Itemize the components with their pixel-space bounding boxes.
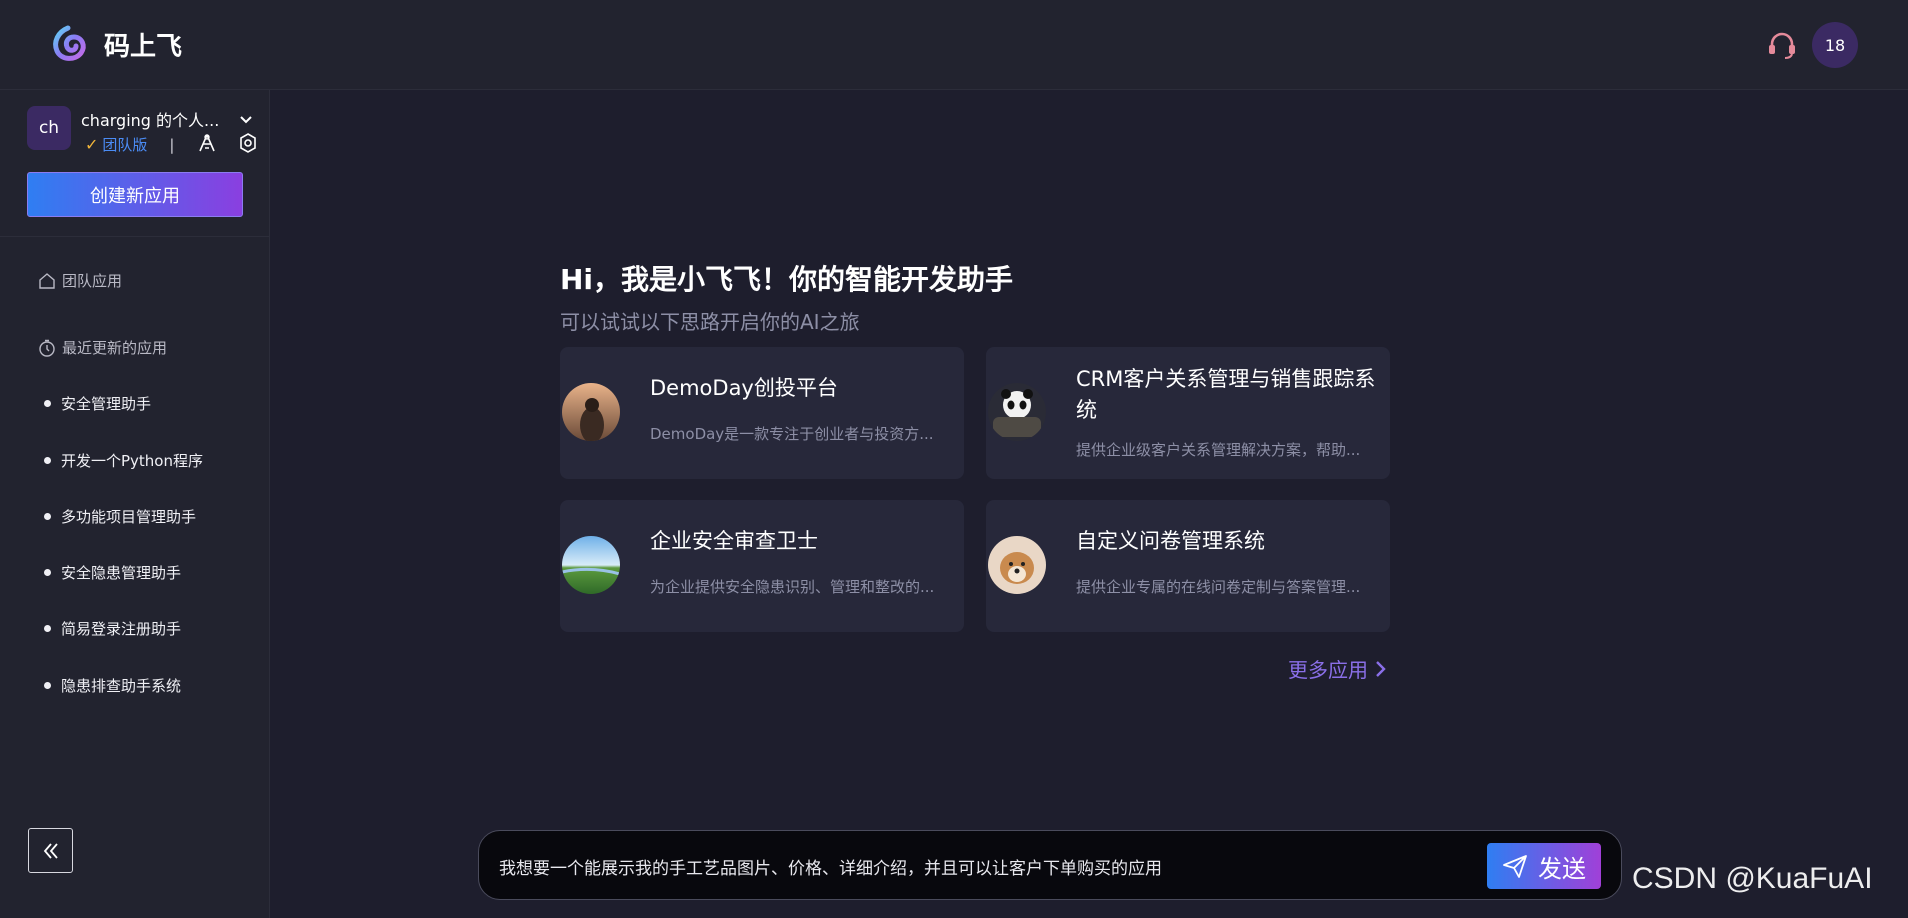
bullet-dot [44, 625, 51, 632]
greeting-title: Hi，我是小飞飞！你的智能开发助手 [560, 263, 1014, 296]
app-suggestion-card[interactable]: CRM客户关系管理与销售跟踪系统 提供企业级客户关系管理解决方案，帮助... [986, 347, 1390, 479]
create-new-app-button[interactable]: 创建新应用 [27, 172, 243, 217]
bullet-dot [44, 457, 51, 464]
notification-badge[interactable]: 18 [1812, 22, 1858, 68]
plan-row: ✓ 团队版 | [85, 134, 174, 155]
card-thumbnail-image [988, 536, 1046, 594]
send-label: 发送 [1538, 854, 1586, 883]
clock-icon [39, 339, 55, 357]
recent-app-label: 安全管理助手 [61, 395, 152, 413]
card-description: 提供企业级客户关系管理解决方案，帮助... [1076, 441, 1361, 459]
more-apps-label: 更多应用 [1288, 658, 1368, 682]
logo-icon[interactable] [48, 24, 88, 64]
greeting-subtitle: 可以试试以下思路开启你的AI之旅 [560, 310, 860, 334]
app-suggestion-card[interactable]: DemoDay创投平台 DemoDay是一款专注于创业者与投资方... [560, 347, 964, 479]
app-suggestion-card[interactable]: 自定义问卷管理系统 提供企业专属的在线问卷定制与答案管理... [986, 500, 1390, 632]
card-title: 自定义问卷管理系统 [1076, 529, 1265, 553]
card-description: DemoDay是一款专注于创业者与投资方... [650, 425, 934, 443]
bullet-dot [44, 569, 51, 576]
plan-check-icon: ✓ [85, 135, 99, 154]
bullet-dot [44, 513, 51, 520]
recent-app-item[interactable]: 安全管理助手 [44, 393, 151, 414]
prompt-input[interactable] [499, 851, 1499, 881]
nav-recent-apps: 最近更新的应用 [38, 337, 167, 358]
recent-app-label: 安全隐患管理助手 [61, 564, 182, 582]
nav-team-apps-label: 团队应用 [62, 272, 123, 290]
recent-app-item[interactable]: 安全隐患管理助手 [44, 562, 181, 583]
app-suggestion-card[interactable]: 企业安全审查卫士 为企业提供安全隐患识别、管理和整改的... [560, 500, 964, 632]
card-title: CRM客户关系管理与销售跟踪系统 [1076, 367, 1376, 422]
settings-icon[interactable] [237, 132, 259, 154]
card-title: 企业安全审查卫士 [650, 529, 818, 553]
chevron-down-icon[interactable] [236, 110, 256, 130]
nav-recent-apps-label: 最近更新的应用 [62, 339, 168, 357]
watermark-text: CSDN @KuaFuAI [1632, 862, 1873, 895]
workspace-avatar[interactable]: ch [27, 106, 71, 150]
plan-label[interactable]: 团队版 [102, 134, 147, 155]
chat-input-bar: 发送 [478, 830, 1622, 900]
plan-separator: | [169, 135, 175, 154]
bullet-dot [44, 400, 51, 407]
card-thumbnail-image [988, 383, 1046, 441]
sidebar-divider [0, 236, 270, 237]
top-header: 码上飞 18 [0, 0, 1908, 90]
recent-app-item[interactable]: 开发一个Python程序 [44, 450, 203, 471]
recent-app-item[interactable]: 隐患排查助手系统 [44, 675, 181, 696]
card-description: 提供企业专属的在线问卷定制与答案管理... [1076, 578, 1361, 596]
recent-app-label: 多功能项目管理助手 [61, 508, 197, 526]
chevron-right-icon [1376, 660, 1386, 677]
paper-plane-icon [1503, 855, 1527, 878]
card-description: 为企业提供安全隐患识别、管理和整改的... [650, 578, 935, 596]
more-apps-link[interactable]: 更多应用 [1288, 654, 1388, 683]
recent-app-label: 简易登录注册助手 [61, 620, 182, 638]
bullet-dot [44, 682, 51, 689]
card-title: DemoDay创投平台 [650, 376, 838, 400]
headset-support-icon[interactable] [1765, 28, 1799, 62]
workspace-name[interactable]: charging 的个人... [81, 107, 219, 131]
card-thumbnail-image [562, 383, 620, 441]
recent-app-item[interactable]: 简易登录注册助手 [44, 618, 181, 639]
sidebar: ch charging 的个人... ✓ 团队版 | 创建新应用 团队应用 最近… [0, 90, 270, 918]
recent-app-label: 隐患排查助手系统 [61, 677, 182, 695]
double-chevron-left-icon [43, 842, 58, 859]
card-thumbnail-image [562, 536, 620, 594]
recent-app-item[interactable]: 多功能项目管理助手 [44, 506, 196, 527]
send-button[interactable]: 发送 [1487, 843, 1601, 889]
recent-app-label: 开发一个Python程序 [61, 452, 203, 470]
brand-name: 码上飞 [104, 32, 183, 62]
collapse-sidebar-button[interactable] [28, 828, 73, 873]
home-icon [39, 272, 55, 289]
team-members-icon[interactable] [196, 132, 218, 154]
nav-team-apps[interactable]: 团队应用 [38, 270, 122, 291]
